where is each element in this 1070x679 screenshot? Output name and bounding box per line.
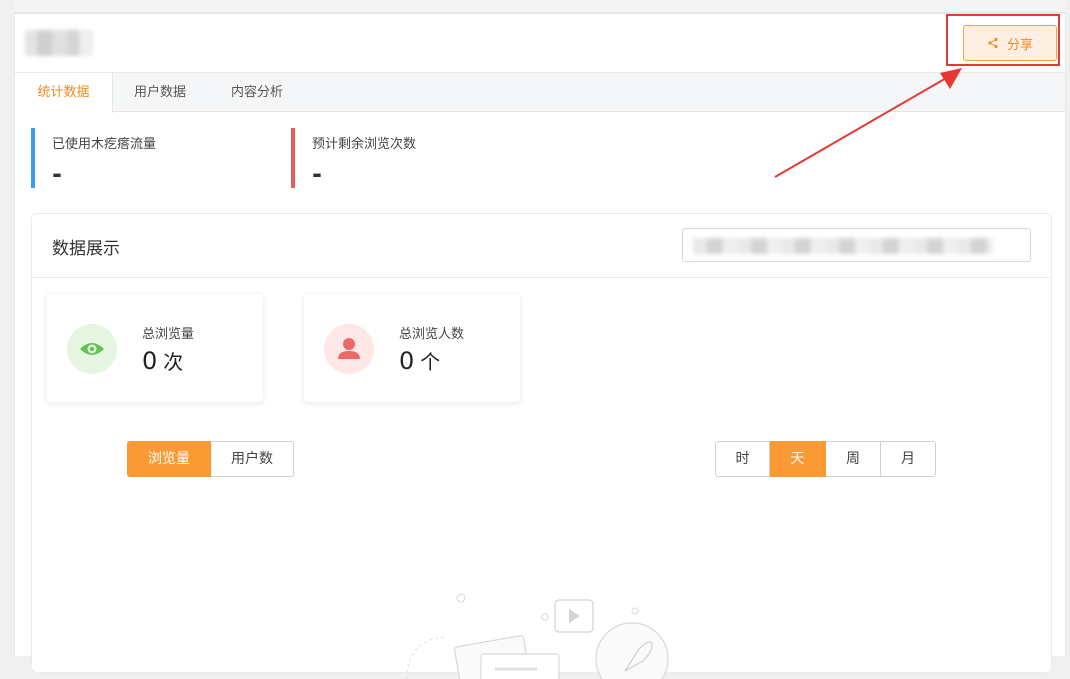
total-visitors-card: 总浏览人数 0个 <box>304 294 520 402</box>
stat-bar-blue <box>31 128 35 188</box>
page-header <box>14 13 1066 73</box>
card-value: 0次 <box>142 346 183 375</box>
period-week[interactable]: 周 <box>826 441 881 477</box>
period-toggle: 时 天 周 月 <box>715 441 936 477</box>
panel-title: 数据展示 <box>52 239 120 259</box>
card-number: 0 <box>142 347 158 375</box>
card-unit: 次 <box>163 350 184 374</box>
stat-traffic-used: 已使用木疙瘩流量 - <box>31 128 271 188</box>
share-button-label: 分享 <box>1006 37 1033 53</box>
main-content: 统计数据 用户数据 内容分析 已使用木疙瘩流量 - 预计剩余浏览次数 - 数据展… <box>14 73 1066 679</box>
panel-header: 数据展示 <box>32 214 1051 278</box>
tab-statistics[interactable]: 统计数据 <box>15 73 113 113</box>
period-day[interactable]: 天 <box>770 441 826 477</box>
stat-value: - <box>312 160 322 188</box>
user-icon <box>338 338 360 359</box>
stat-value: - <box>52 160 62 188</box>
total-views-card: 总浏览量 0次 <box>47 294 263 402</box>
tab-bar: 统计数据 用户数据 内容分析 <box>15 73 1065 113</box>
card-value: 0个 <box>399 346 440 375</box>
metric-toggle: 浏览量 用户数 <box>127 441 294 477</box>
eye-icon <box>80 343 104 355</box>
data-panel: 数据展示 总浏览量 0次 总浏览人数 0 个 浏览量 用户数 时 天 周 月 <box>31 213 1052 679</box>
stat-remaining-views: 预计剩余浏览次数 - <box>291 128 531 188</box>
share-button[interactable]: 分享 <box>963 25 1057 61</box>
page: 分享 统计数据 用户数据 内容分析 已使用木疙瘩流量 - 预计剩余浏览次数 - … <box>0 0 1070 679</box>
blurred-title <box>25 30 93 56</box>
card-unit: 个 <box>420 350 441 374</box>
blurred-date-range <box>693 238 993 254</box>
toggle-page-views[interactable]: 浏览量 <box>127 441 211 477</box>
user-icon-circle <box>324 324 374 374</box>
card-number: 0 <box>399 347 415 375</box>
stat-label: 已使用木疙瘩流量 <box>52 137 157 152</box>
date-range-picker[interactable] <box>682 228 1031 262</box>
tab-content-analysis[interactable]: 内容分析 <box>209 73 305 112</box>
toggle-users[interactable]: 用户数 <box>211 441 294 477</box>
stat-label: 预计剩余浏览次数 <box>312 137 417 152</box>
empty-state-illustration <box>406 593 669 679</box>
tab-user-data[interactable]: 用户数据 <box>113 73 207 112</box>
stat-bar-red <box>291 128 295 188</box>
card-label: 总浏览量 <box>142 327 195 342</box>
card-label: 总浏览人数 <box>399 327 465 342</box>
eye-icon-circle <box>67 324 117 374</box>
share-icon <box>988 37 998 49</box>
top-strip <box>14 0 1066 13</box>
period-month[interactable]: 月 <box>881 441 936 477</box>
period-hour[interactable]: 时 <box>715 441 770 477</box>
